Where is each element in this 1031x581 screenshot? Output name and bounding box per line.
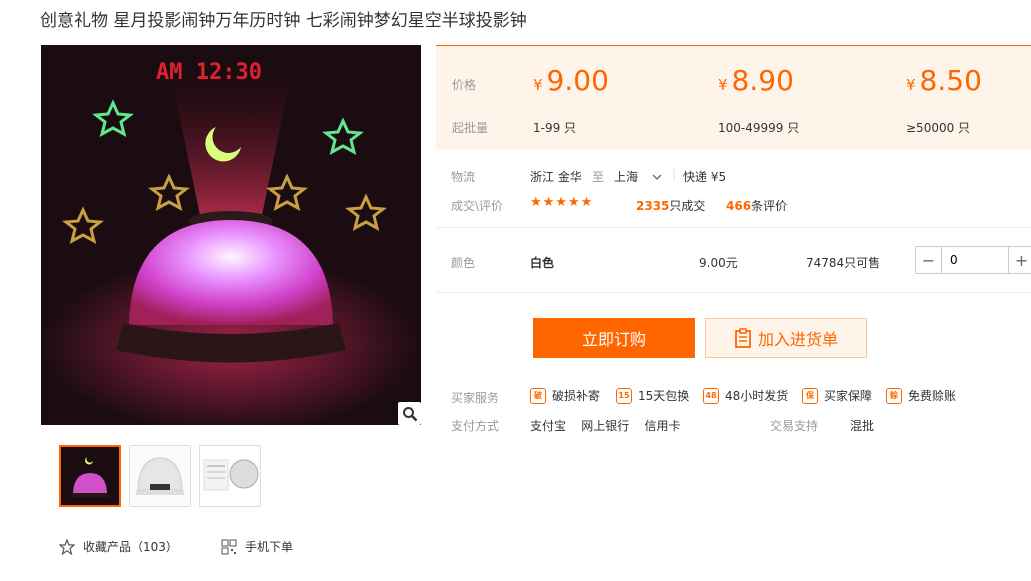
product-title: 创意礼物 星月投影闹钟万年历时钟 七彩闹钟梦幻星空半球投影钟 [40,11,527,31]
add-to-purchase-list-button[interactable]: 加入进货单 [705,318,867,358]
main-product-image[interactable]: AM 12:30 [41,45,421,425]
services-label: 买家服务 [451,391,500,405]
min-qty-label: 起批量 [452,121,489,135]
buyer-protection-icon: 保 [802,387,818,404]
payment-label: 支付方式 [451,419,500,433]
service-15day-exchange[interactable]: 15 15天包换 [616,387,689,404]
chevron-down-icon [652,174,662,180]
review-count[interactable]: 466条评价 [726,197,787,214]
quantity-stepper: − + [915,246,1031,274]
trade-support-value: 混批 [850,419,875,433]
thumbnail-3[interactable] [199,445,261,507]
separator: | [672,166,677,180]
zoom-icon[interactable] [398,402,421,425]
rating-stars: ★★★★★ [530,195,594,210]
divider [436,292,1031,293]
mobile-order-label: 手机下单 [245,540,294,554]
color-option[interactable]: 白色 [530,254,554,271]
origin-location: 浙江 金华 [530,170,582,184]
clipboard-icon [735,328,751,348]
decrement-button[interactable]: − [916,247,942,273]
star-outline-icon [59,538,75,555]
destination-selector[interactable]: 上海 [614,168,662,185]
increment-button[interactable]: + [1008,247,1031,273]
service-buyer-protection[interactable]: 保买家保障 [802,387,872,404]
service-48h-shipping[interactable]: 48 48小时发货 [703,387,788,404]
favorite-label: 收藏产品（103） [83,540,178,554]
price-tier-1: ¥9.00 [533,64,609,97]
price-label: 价格 [452,78,477,92]
shipping-fee: 快递 ¥5 [683,170,727,184]
exchange-15day-icon: 15 [616,387,632,404]
qty-range-3: ≥50000 只 [906,121,971,135]
qty-range-2: 100-49999 只 [718,121,800,135]
thumbnail-1[interactable] [59,445,121,507]
thumbnail-2[interactable] [129,445,191,507]
qr-code-icon [221,539,237,554]
variant-stock: 74784只可售 [806,256,881,270]
trade-support-label: 交易支持 [770,419,819,433]
free-credit-icon: 赊 [886,387,902,404]
sold-count[interactable]: 2335只成交 [636,197,705,214]
payment-methods: 支付宝 网上银行 信用卡 [530,419,681,433]
mobile-order-link[interactable]: 手机下单 [221,538,293,555]
quantity-input[interactable] [942,247,1008,273]
buy-now-button[interactable]: 立即订购 [533,318,695,358]
price-tier-2: ¥8.90 [718,64,794,97]
damage-resend-icon: 破 [530,387,546,404]
qty-range-1: 1-99 只 [533,121,577,135]
logistics-label: 物流 [451,170,476,184]
price-tier-3: ¥8.50 [906,64,982,97]
service-damage-resend[interactable]: 破破损补寄 [530,387,600,404]
price-panel: 价格 起批量 ¥9.00 ¥8.90 ¥8.50 1-99 只 100-4999… [436,45,1031,150]
shipping-48h-icon: 48 [703,387,719,404]
variant-price: 9.00元 [699,256,738,270]
favorite-product-link[interactable]: 收藏产品（103） [59,538,178,555]
deals-label: 成交\评价 [451,199,504,213]
divider [436,227,1031,228]
add-to-list-label: 加入进货单 [757,330,838,349]
service-free-credit[interactable]: 赊免费赊账 [886,387,956,404]
to-label: 至 [592,170,605,184]
color-label: 颜色 [451,256,476,270]
projection-clock-photo: AM 12:30 [41,45,421,425]
clock-projection-text: AM 12:30 [156,60,262,85]
